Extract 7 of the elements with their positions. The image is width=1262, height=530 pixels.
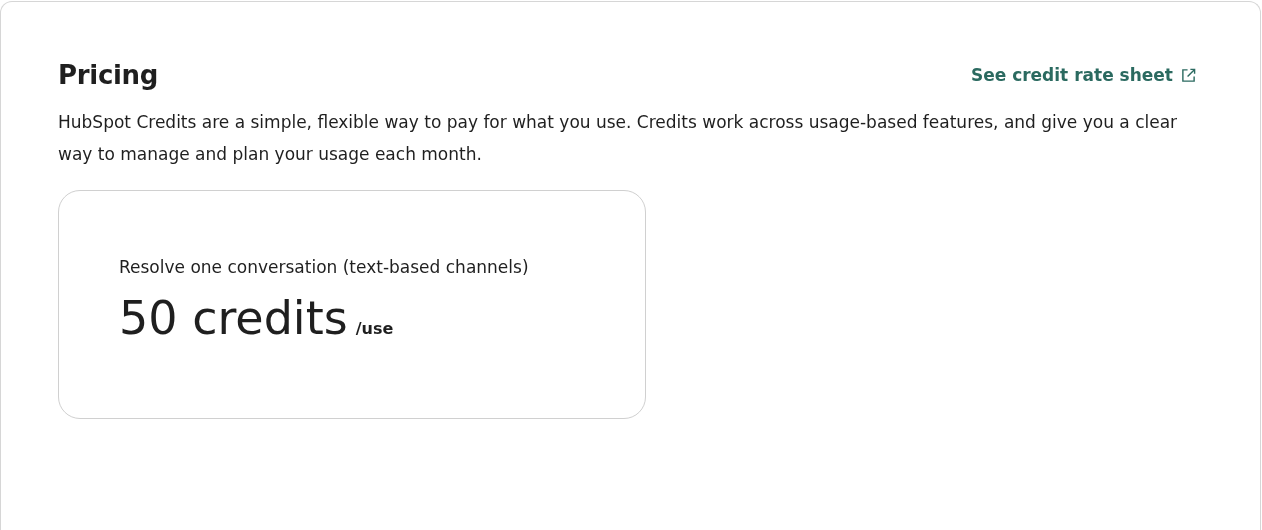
description-text: HubSpot Credits are a simple, flexible way to pay for what you use. Credits work across usage-based features, and give you a clear way to manage and plan your usage each month. — [58, 111, 1179, 166]
price-amount: 50 credits — [119, 291, 348, 345]
price-unit: /use — [355, 319, 394, 338]
section-title: Pricing — [58, 60, 159, 90]
rate-sheet-link[interactable]: See credit rate sheet — [970, 65, 1196, 85]
external-link-icon — [1181, 67, 1196, 83]
price-label: Resolve one conversation (text-based channels) — [119, 257, 530, 277]
